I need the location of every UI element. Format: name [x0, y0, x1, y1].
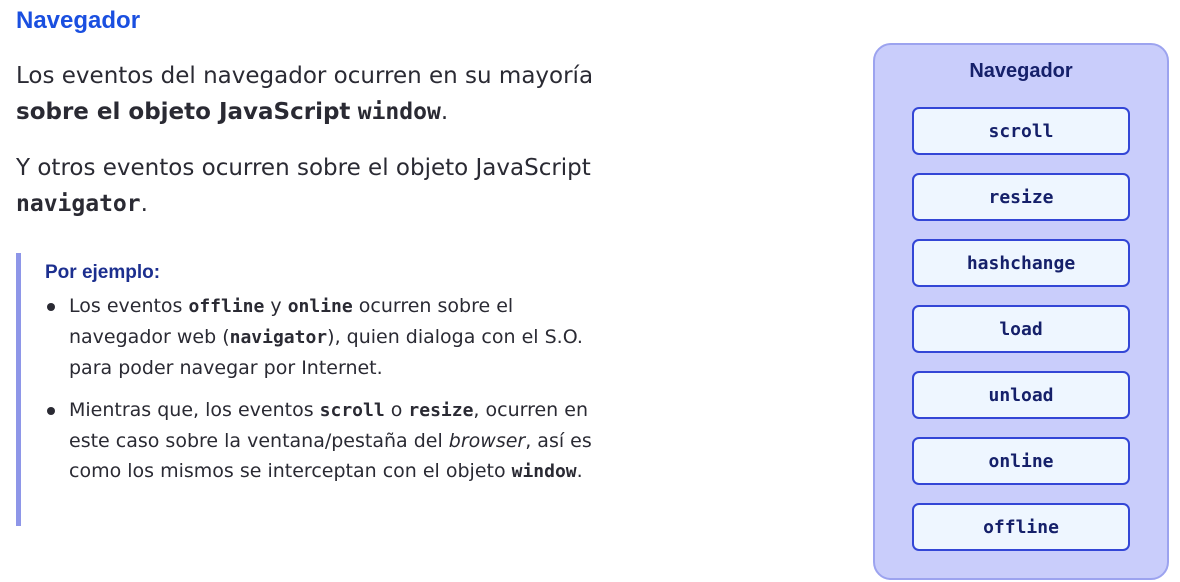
online-code: online	[287, 296, 353, 317]
navigator-code: navigator	[229, 327, 328, 348]
scroll-code: scroll	[319, 400, 385, 421]
panel-title: Navegador	[969, 60, 1073, 82]
intro-text: Los eventos del navegador ocurren en su …	[16, 63, 594, 89]
window-code: window	[511, 461, 577, 482]
event-resize: resize	[912, 173, 1130, 221]
browser-emphasis: browser	[448, 430, 526, 452]
event-online: online	[912, 437, 1130, 485]
intro-end: .	[440, 99, 449, 125]
navigator-paragraph: Y otros eventos ocurren sobre el objeto …	[16, 150, 656, 222]
callout-title: Por ejemplo:	[45, 262, 161, 283]
bullet-icon	[47, 303, 55, 311]
example-callout: Por ejemplo: Los eventos offline y onlin…	[16, 253, 606, 526]
event-load: load	[912, 305, 1130, 353]
item-text: y	[264, 295, 288, 317]
item-text: .	[576, 460, 583, 482]
example-list: Los eventos offline y online ocurren sob…	[45, 291, 600, 499]
navigator-code: navigator	[16, 191, 141, 217]
intro-paragraph: Los eventos del navegador ocurren en su …	[16, 58, 656, 130]
list-item: Los eventos offline y online ocurren sob…	[45, 291, 600, 383]
list-item: Mientras que, los eventos scroll o resiz…	[45, 395, 600, 487]
intro-bold-text: sobre el objeto JavaScript	[16, 99, 351, 125]
offline-code: offline	[188, 296, 265, 317]
event-unload: unload	[912, 371, 1130, 419]
event-list: scroll resize hashchange load unload onl…	[912, 107, 1130, 569]
window-code: window	[357, 99, 441, 125]
event-offline: offline	[912, 503, 1130, 551]
item-text: Mientras que, los eventos	[69, 399, 320, 421]
item-text: o	[384, 399, 409, 421]
bullet-icon	[47, 407, 55, 415]
browser-events-panel: Navegador scroll resize hashchange load …	[873, 43, 1169, 580]
item-text: Los eventos	[69, 295, 189, 317]
event-scroll: scroll	[912, 107, 1130, 155]
resize-code: resize	[408, 400, 474, 421]
page-title: Navegador	[16, 7, 141, 34]
navigator-text: Y otros eventos ocurren sobre el objeto …	[16, 155, 591, 181]
event-hashchange: hashchange	[912, 239, 1130, 287]
navigator-end: .	[140, 191, 148, 217]
